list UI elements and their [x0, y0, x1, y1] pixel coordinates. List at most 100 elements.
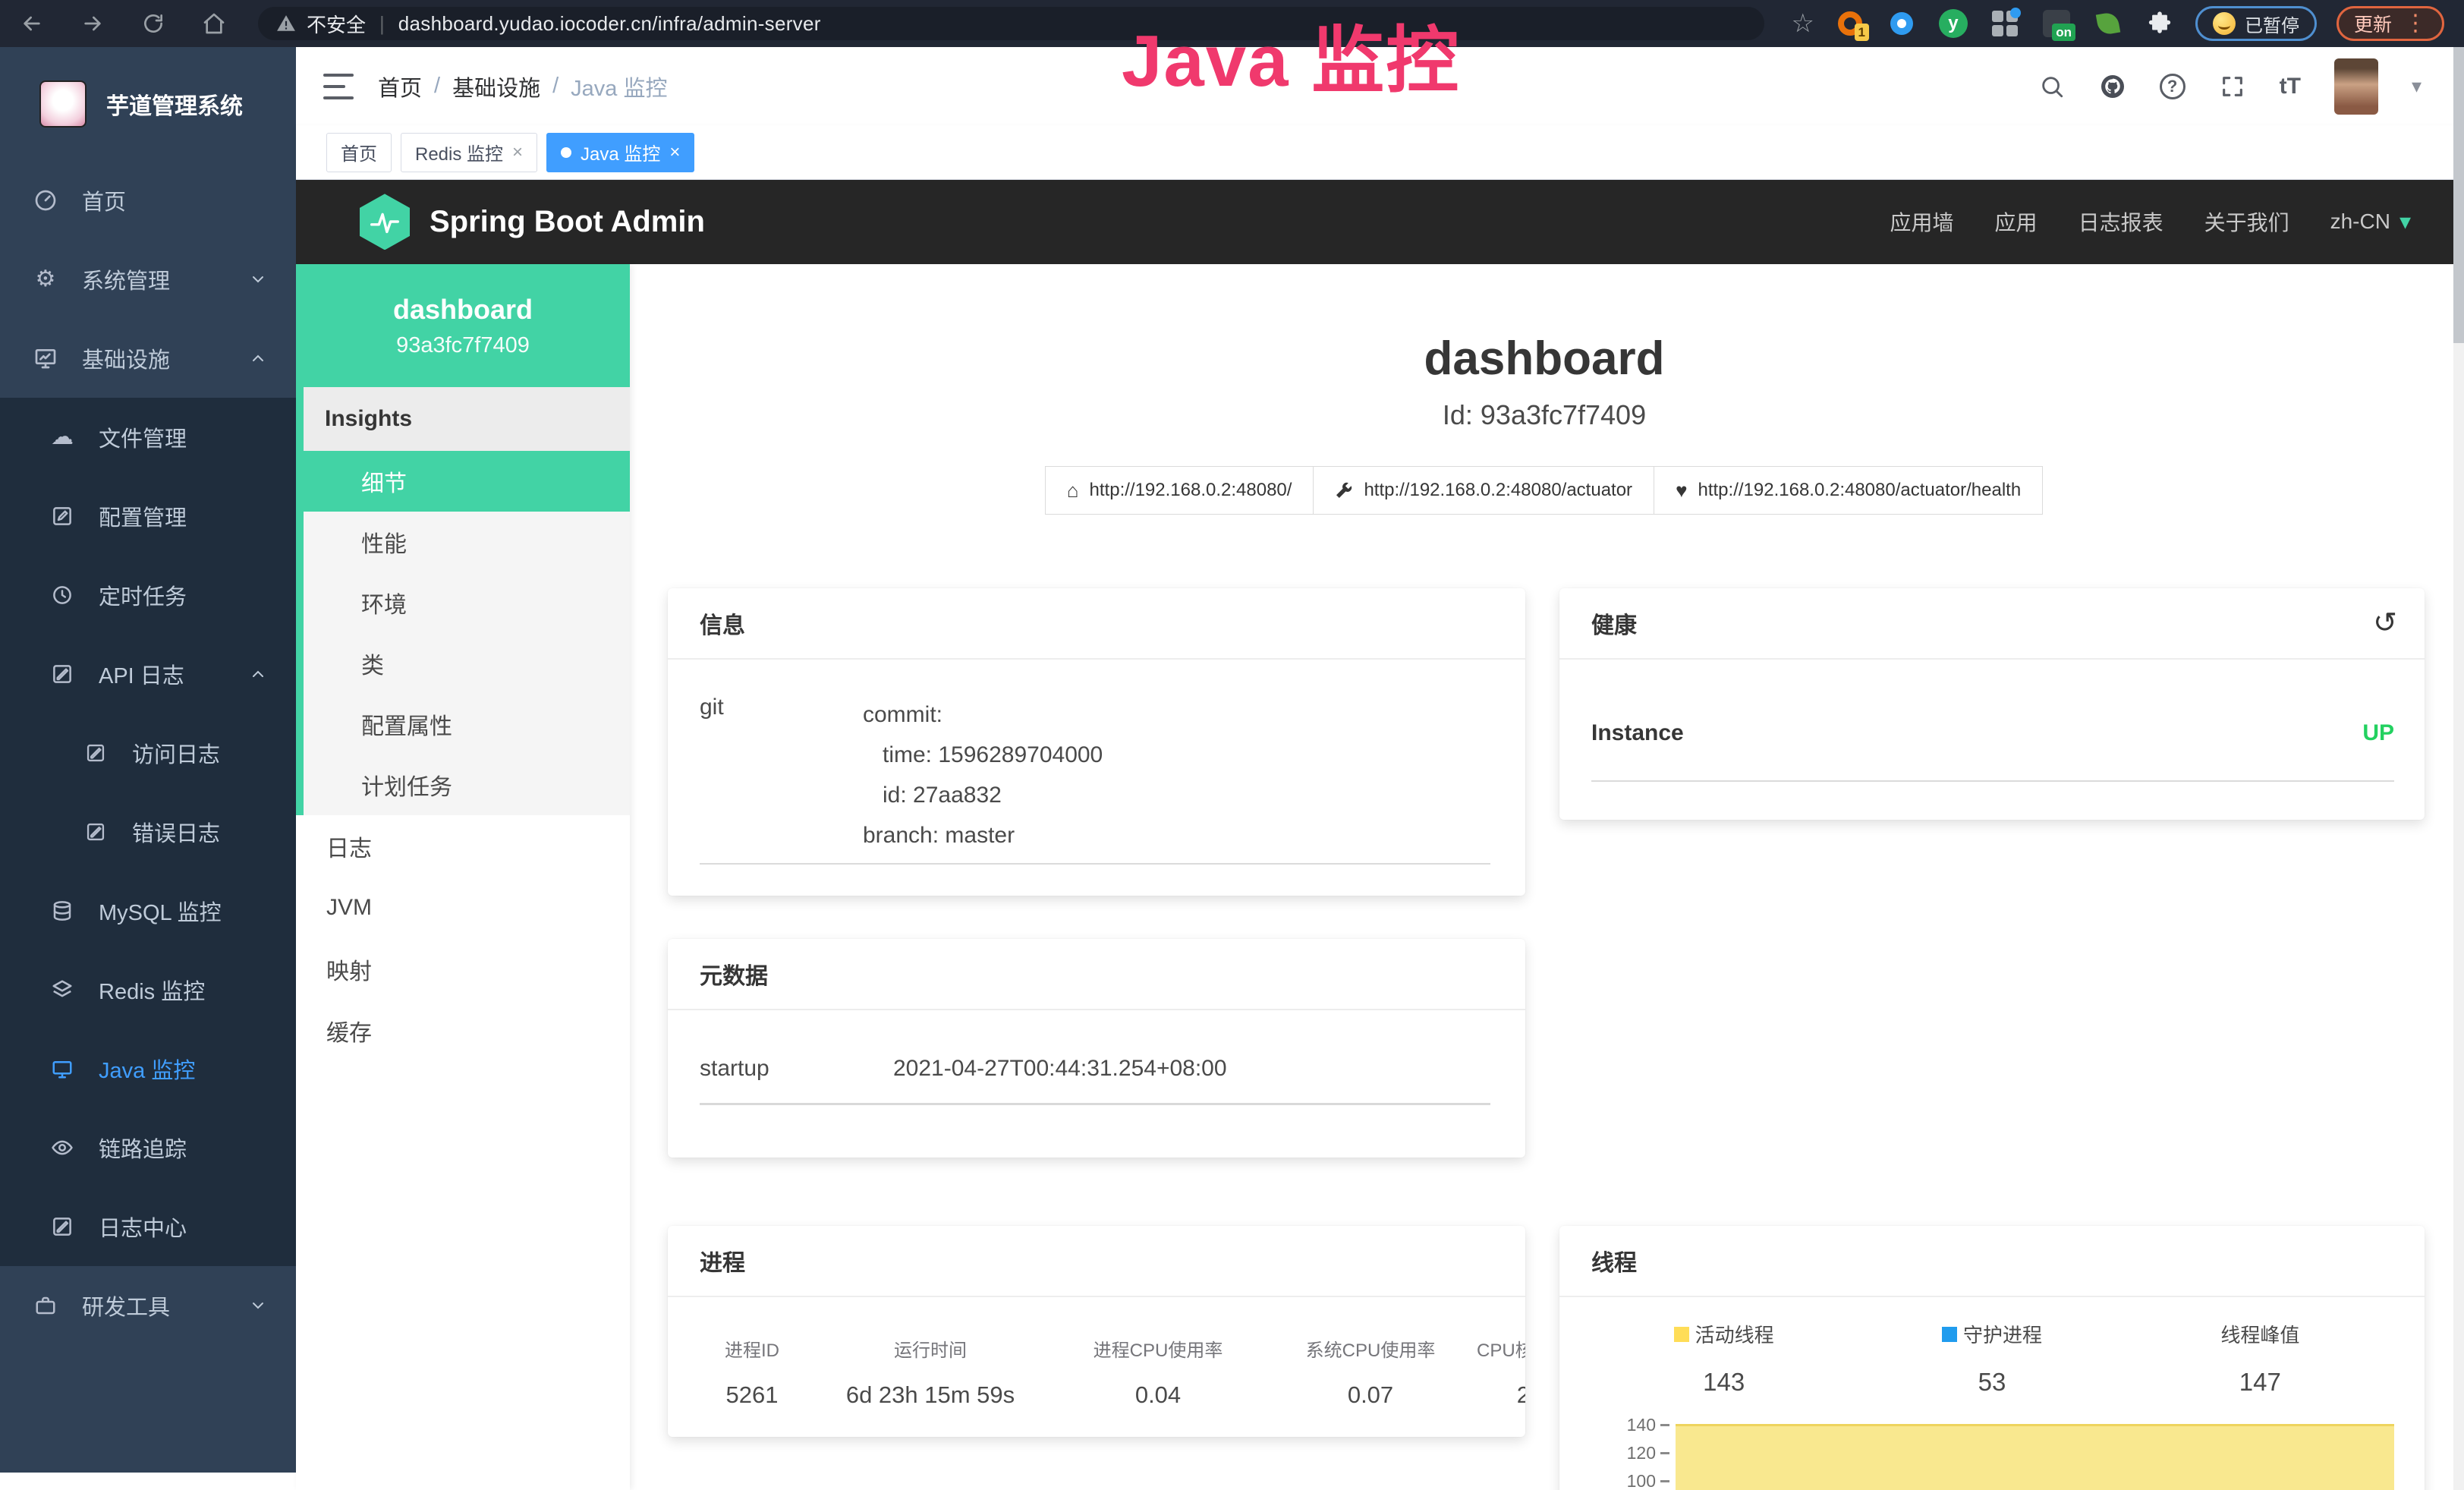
sidebar-item-redis-monitor[interactable]: Redis 监控 — [0, 950, 296, 1029]
sidebar-item-api-log[interactable]: API 日志 — [0, 635, 296, 713]
legend-peak-label: 线程峰值 — [2220, 1320, 2299, 1348]
tags-view-bar: 首页 Redis 监控 × Java 监控 × — [296, 125, 2464, 180]
security-label[interactable]: 不安全 — [307, 10, 366, 38]
avatar-caret-icon[interactable]: ▾ — [2412, 74, 2422, 98]
extension-orange-icon[interactable]: 1 — [1834, 8, 1866, 39]
sidebar-item-config-manage[interactable]: 配置管理 — [0, 477, 296, 556]
log-edit-icon — [83, 820, 108, 844]
process-value-pid: 5261 — [695, 1381, 809, 1409]
search-icon[interactable] — [2038, 73, 2066, 100]
refresh-icon[interactable] — [141, 11, 165, 36]
forward-icon[interactable] — [80, 11, 105, 36]
user-avatar[interactable] — [2334, 58, 2378, 115]
tab-java-monitor[interactable]: Java 监控 × — [546, 133, 694, 172]
sidebar-item-error-log[interactable]: 错误日志 — [0, 792, 296, 871]
divider — [700, 1103, 1490, 1105]
close-icon[interactable]: × — [669, 142, 680, 163]
actuator-url-chip[interactable]: http://192.168.0.2:48080/actuator — [1313, 466, 1654, 515]
sba-sidebar: dashboard 93a3fc7f7409 Insights 细节 性能 环境… — [296, 264, 630, 1490]
sba-menu-jvm[interactable]: JVM — [296, 877, 630, 938]
breadcrumb-separator: / — [434, 74, 440, 99]
sba-nav-applications[interactable]: 应用 — [1995, 206, 2038, 237]
sba-brand[interactable]: Spring Boot Admin — [430, 205, 705, 239]
y-tick-140: 140 — [1627, 1415, 1656, 1435]
sidebar-item-dev-tools[interactable]: 研发工具 — [0, 1266, 296, 1345]
threads-area-chart: 140 120 100 — [1590, 1424, 2394, 1490]
sba-menu-environment[interactable]: 环境 — [304, 572, 630, 633]
log-edit-icon — [50, 1214, 74, 1239]
close-icon[interactable]: × — [512, 142, 523, 163]
sidebar-submenu-infra: ☁ 文件管理 配置管理 定时任务 API 日志 — [0, 398, 296, 1266]
process-value-cores: 2 — [1477, 1381, 1525, 1409]
emoji-face-icon — [2213, 12, 2236, 35]
tab-home[interactable]: 首页 — [326, 133, 392, 172]
fullscreen-icon[interactable] — [2219, 73, 2246, 100]
active-dot — [561, 147, 571, 158]
metadata-card-title: 元数据 — [700, 957, 768, 991]
info-card: 信息 git commit: time: 1596289704000 id: 2… — [668, 588, 1525, 896]
address-bar[interactable]: 不安全 | dashboard.yudao.iocoder.cn/infra/a… — [258, 7, 1764, 40]
bookmark-star-icon[interactable]: ☆ — [1792, 11, 1814, 36]
extension-pin-icon[interactable] — [1886, 8, 1918, 39]
service-url-chip[interactable]: ⌂ http://192.168.0.2:48080/ — [1045, 466, 1314, 515]
help-icon[interactable]: ? — [2160, 74, 2186, 99]
kebab-menu-icon[interactable]: ⋮ — [2404, 12, 2427, 35]
threads-legend: 活动线程 143 守护进程 53 线程峰值 14 — [1590, 1320, 2394, 1397]
sba-logo-icon[interactable] — [360, 194, 410, 250]
log-edit-icon — [50, 662, 74, 686]
sba-menu-details[interactable]: 细节 — [304, 451, 630, 512]
github-icon[interactable] — [2099, 73, 2126, 100]
sidebar-item-mysql-monitor[interactable]: MySQL 监控 — [0, 871, 296, 950]
sba-language-select[interactable]: zh-CN ▾ — [2330, 209, 2411, 235]
sba-menu-logs[interactable]: 日志 — [296, 815, 630, 877]
app-title: 芋道管理系统 — [106, 87, 243, 121]
sba-nav-about[interactable]: 关于我们 — [2204, 206, 2289, 237]
extension-y-icon[interactable]: y — [1937, 8, 1969, 39]
url-text[interactable]: dashboard.yudao.iocoder.cn/infra/admin-s… — [398, 12, 821, 36]
sidebar-item-system[interactable]: ⚙ 系统管理 — [0, 240, 296, 319]
hamburger-icon[interactable] — [323, 74, 354, 99]
info-key: git — [700, 695, 863, 855]
breadcrumb-separator: / — [552, 74, 559, 99]
page-scrollbar[interactable] — [2453, 47, 2464, 1490]
extension-switch-icon[interactable]: on — [2041, 8, 2072, 39]
health-card-title: 健康 — [1591, 606, 1637, 640]
sidebar-item-file-manage[interactable]: ☁ 文件管理 — [0, 398, 296, 477]
sidebar-item-home[interactable]: 首页 — [0, 161, 296, 240]
sba-instance-header: dashboard 93a3fc7f7409 — [296, 264, 630, 387]
legend-daemon-swatch — [1942, 1327, 1957, 1342]
extension-puzzle-icon[interactable] — [2144, 8, 2176, 39]
sba-nav-journal[interactable]: 日志报表 — [2079, 206, 2163, 237]
sidebar-item-java-monitor[interactable]: Java 监控 — [0, 1029, 296, 1108]
browser-nav-buttons — [20, 11, 226, 36]
sidebar-item-scheduled-jobs[interactable]: 定时任务 — [0, 556, 296, 635]
back-icon[interactable] — [20, 11, 44, 36]
eye-icon — [50, 1136, 74, 1160]
history-icon[interactable]: ↺ — [2373, 609, 2397, 638]
status-badge: UP — [2362, 720, 2394, 746]
home-icon[interactable] — [202, 11, 226, 36]
health-url-chip[interactable]: ♥ http://192.168.0.2:48080/actuator/heal… — [1654, 466, 2043, 515]
update-label: 更新 — [2354, 10, 2392, 37]
breadcrumb-home[interactable]: 首页 — [378, 71, 422, 102]
sidebar-item-log-center[interactable]: 日志中心 — [0, 1187, 296, 1266]
sba-menu-caches[interactable]: 缓存 — [296, 1000, 630, 1061]
chrome-update-button[interactable]: 更新 ⋮ — [2337, 6, 2444, 41]
sba-menu-classes[interactable]: 类 — [304, 633, 630, 694]
sidebar-item-infra[interactable]: 基础设施 — [0, 319, 296, 398]
sidebar-item-tracing[interactable]: 链路追踪 — [0, 1108, 296, 1187]
sba-menu-metrics[interactable]: 性能 — [304, 512, 630, 572]
sba-nav-wallboard[interactable]: 应用墙 — [1890, 206, 1954, 237]
sba-menu-mappings[interactable]: 映射 — [296, 938, 630, 1000]
sba-menu-scheduled-tasks[interactable]: 计划任务 — [304, 754, 630, 815]
text-size-icon[interactable]: tT — [2280, 74, 2301, 99]
scrollbar-thumb[interactable] — [2453, 47, 2464, 343]
tab-redis-monitor[interactable]: Redis 监控 × — [401, 133, 537, 172]
sidebar-item-access-log[interactable]: 访问日志 — [0, 713, 296, 792]
profile-paused-chip[interactable]: 已暂停 — [2195, 6, 2317, 41]
extension-leaf-icon[interactable] — [2092, 8, 2124, 39]
sba-menu-config-props[interactable]: 配置属性 — [304, 694, 630, 754]
legend-daemon-value: 53 — [1858, 1368, 2126, 1397]
breadcrumb-infra[interactable]: 基础设施 — [452, 71, 540, 102]
extension-grid-icon[interactable] — [1989, 8, 2021, 39]
